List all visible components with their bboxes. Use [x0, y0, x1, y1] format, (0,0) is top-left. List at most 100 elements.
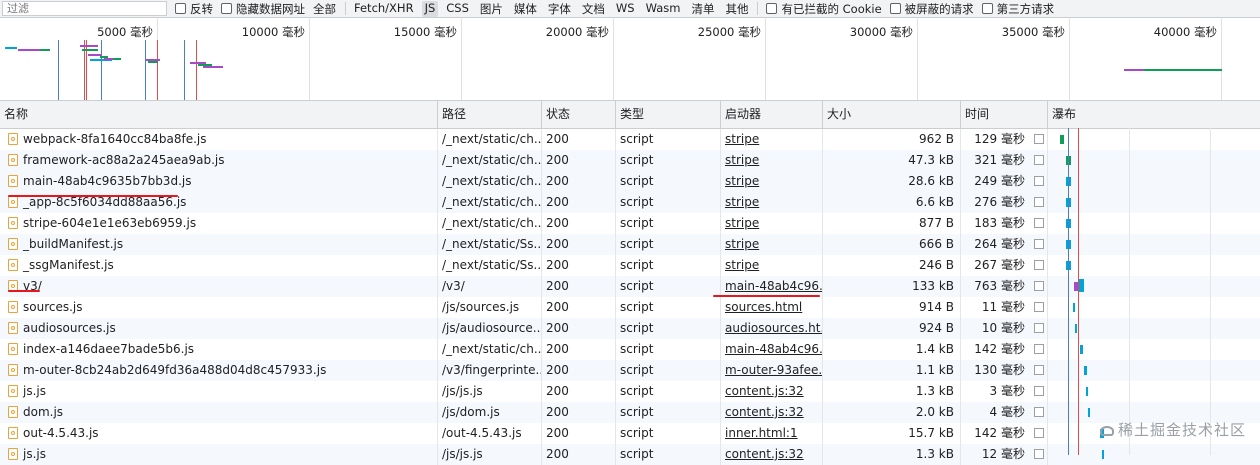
- request-name[interactable]: sources.js: [0, 297, 438, 318]
- table-row[interactable]: dom.js/js/dom.js 200 script content.js:32 2.…: [0, 402, 1260, 423]
- table-row[interactable]: webpack-8fa1640cc84ba8fe.js/_next/static…: [0, 129, 1260, 150]
- filter-type-9[interactable]: 清单: [688, 1, 717, 17]
- request-waterfall[interactable]: [1048, 297, 1260, 318]
- request-name[interactable]: v3/: [0, 276, 438, 297]
- request-name[interactable]: _ssgManifest.js: [0, 255, 438, 276]
- table-row[interactable]: sources.js/js/sources.js 200 script sources…: [0, 297, 1260, 318]
- table-row[interactable]: out-4.5.43.js/out-4.5.43.js 200 script inne…: [0, 423, 1260, 444]
- filter-input[interactable]: [2, 1, 167, 16]
- filter-type-0[interactable]: Fetch/XHR: [351, 1, 417, 17]
- checkbox-box[interactable]: [981, 3, 993, 14]
- request-initiator[interactable]: audiosources.ht...: [721, 318, 823, 339]
- request-name[interactable]: webpack-8fa1640cc84ba8fe.js: [0, 129, 438, 150]
- blocked-requests-checkbox[interactable]: 被屏蔽的请求: [889, 1, 974, 17]
- request-initiator[interactable]: sources.html: [721, 297, 823, 318]
- request-initiator[interactable]: stripe: [721, 255, 823, 276]
- row-checkbox[interactable]: [1034, 344, 1044, 354]
- request-waterfall[interactable]: [1048, 255, 1260, 276]
- blocked-cookies-checkbox[interactable]: 有已拦截的 Cookie: [766, 1, 882, 17]
- table-row[interactable]: _app-8c5f6034dd88aa56.js/_next/static/ch…: [0, 192, 1260, 213]
- request-initiator[interactable]: stripe: [721, 192, 823, 213]
- filter-type-8[interactable]: Wasm: [643, 1, 684, 17]
- request-initiator[interactable]: stripe: [721, 129, 823, 150]
- initiator-link[interactable]: main-48ab4c96...: [725, 279, 822, 293]
- request-name[interactable]: dom.js: [0, 402, 438, 423]
- hide-data-urls-checkbox[interactable]: 隐藏数据网址: [221, 1, 305, 17]
- filter-type-3[interactable]: 图片: [477, 1, 506, 17]
- request-name[interactable]: out-4.5.43.js: [0, 423, 438, 444]
- request-waterfall[interactable]: [1048, 318, 1260, 339]
- request-waterfall[interactable]: [1048, 129, 1260, 150]
- row-checkbox[interactable]: [1034, 134, 1044, 144]
- table-row[interactable]: js.js/js/js.js 200 script content.js:32 1.3 …: [0, 381, 1260, 402]
- row-checkbox[interactable]: [1034, 176, 1044, 186]
- row-checkbox[interactable]: [1034, 386, 1044, 396]
- request-initiator[interactable]: inner.html:1: [721, 423, 823, 444]
- request-initiator[interactable]: stripe: [721, 234, 823, 255]
- request-initiator[interactable]: main-48ab4c96...: [721, 339, 823, 360]
- initiator-link[interactable]: sources.html: [725, 300, 802, 314]
- request-initiator[interactable]: main-48ab4c96...: [721, 276, 823, 297]
- checkbox-box[interactable]: [221, 3, 232, 14]
- filter-type-4[interactable]: 媒体: [511, 1, 540, 17]
- initiator-link[interactable]: content.js:32: [725, 384, 804, 398]
- table-row[interactable]: v3//v3/200 script main-48ab4c96... 133 kB 76…: [0, 276, 1260, 297]
- request-waterfall[interactable]: [1048, 360, 1260, 381]
- table-row[interactable]: index-a146daee7bade5b6.js/_next/static/c…: [0, 339, 1260, 360]
- filter-all[interactable]: 全部: [310, 1, 339, 17]
- request-name[interactable]: stripe-604e1e1e63eb6959.js: [0, 213, 438, 234]
- row-checkbox[interactable]: [1034, 218, 1044, 228]
- filter-type-7[interactable]: WS: [613, 1, 638, 17]
- third-party-checkbox[interactable]: 第三方请求: [981, 1, 1054, 17]
- request-initiator[interactable]: stripe: [721, 213, 823, 234]
- initiator-link[interactable]: stripe: [725, 153, 759, 167]
- row-checkbox[interactable]: [1034, 239, 1044, 249]
- request-name[interactable]: m-outer-8cb24ab2d649fd36a488d04d8c457933…: [0, 360, 438, 381]
- initiator-link[interactable]: inner.html:1: [725, 426, 798, 440]
- filter-type-5[interactable]: 字体: [545, 1, 574, 17]
- request-waterfall[interactable]: [1048, 150, 1260, 171]
- column-type[interactable]: 类型: [616, 101, 721, 128]
- request-waterfall[interactable]: [1048, 339, 1260, 360]
- row-checkbox[interactable]: [1034, 365, 1044, 375]
- request-waterfall[interactable]: [1048, 234, 1260, 255]
- column-initiator[interactable]: 启动器: [721, 101, 823, 128]
- initiator-link[interactable]: stripe: [725, 258, 759, 272]
- filter-type-10[interactable]: 其他: [722, 1, 751, 17]
- row-checkbox[interactable]: [1034, 323, 1044, 333]
- request-name[interactable]: index-a146daee7bade5b6.js: [0, 339, 438, 360]
- request-initiator[interactable]: stripe: [721, 150, 823, 171]
- request-name[interactable]: framework-ac88a2a245aea9ab.js: [0, 150, 438, 171]
- initiator-link[interactable]: stripe: [725, 216, 759, 230]
- request-name[interactable]: audiosources.js: [0, 318, 438, 339]
- initiator-link[interactable]: stripe: [725, 237, 759, 251]
- initiator-link[interactable]: content.js:32: [725, 447, 804, 461]
- filter-type-1[interactable]: JS: [421, 0, 439, 17]
- invert-checkbox[interactable]: 反转: [175, 1, 213, 17]
- table-row[interactable]: stripe-604e1e1e63eb6959.js/_next/static/…: [0, 213, 1260, 234]
- table-row[interactable]: m-outer-8cb24ab2d649fd36a488d04d8c457933…: [0, 360, 1260, 381]
- request-waterfall[interactable]: [1048, 213, 1260, 234]
- row-checkbox[interactable]: [1034, 155, 1044, 165]
- request-waterfall[interactable]: [1048, 381, 1260, 402]
- request-waterfall[interactable]: [1048, 171, 1260, 192]
- initiator-link[interactable]: stripe: [725, 195, 759, 209]
- row-checkbox[interactable]: [1034, 428, 1044, 438]
- initiator-link[interactable]: main-48ab4c96...: [725, 342, 822, 356]
- column-path[interactable]: 路径: [438, 101, 542, 128]
- request-name[interactable]: _buildManifest.js: [0, 234, 438, 255]
- row-checkbox[interactable]: [1034, 407, 1044, 417]
- request-initiator[interactable]: content.js:32: [721, 402, 823, 423]
- initiator-link[interactable]: stripe: [725, 174, 759, 188]
- request-name[interactable]: main-48ab4c9635b7bb3d.js: [0, 171, 438, 192]
- request-initiator[interactable]: content.js:32: [721, 381, 823, 402]
- column-status[interactable]: 状态: [542, 101, 616, 128]
- column-name[interactable]: 名称: [0, 101, 438, 128]
- row-checkbox[interactable]: [1034, 260, 1044, 270]
- column-waterfall[interactable]: 瀑布: [1048, 101, 1260, 128]
- initiator-link[interactable]: content.js:32: [725, 405, 804, 419]
- initiator-link[interactable]: m-outer-93afee...: [725, 363, 822, 377]
- filter-type-2[interactable]: CSS: [443, 1, 472, 17]
- timeline-overview[interactable]: 5000 毫秒 10000 毫秒 15000 毫秒 20000 毫秒 25000 毫秒 3…: [0, 18, 1260, 101]
- initiator-link[interactable]: stripe: [725, 132, 759, 146]
